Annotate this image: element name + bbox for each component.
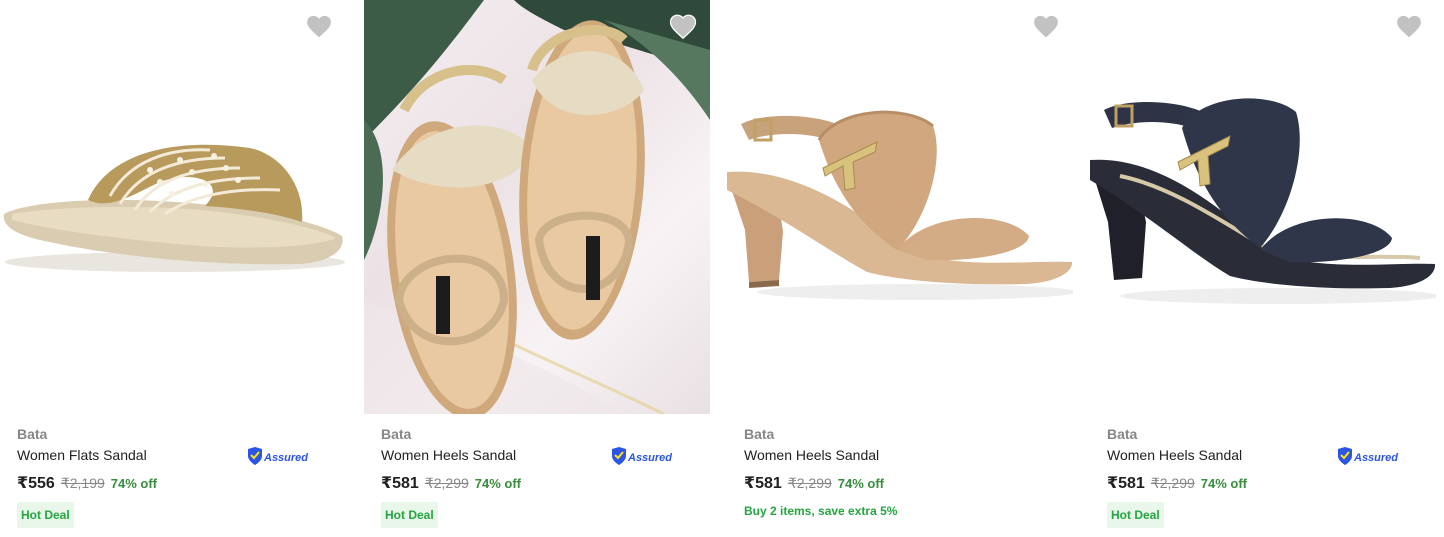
selling-price: ₹581 [1107, 475, 1145, 492]
assured-badge: Assured [1336, 446, 1402, 466]
wishlist-heart-icon[interactable] [1394, 12, 1424, 42]
selling-price: ₹581 [381, 475, 419, 492]
product-title[interactable]: Women Flats Sandal [17, 447, 147, 463]
product-brand: Bata [744, 426, 775, 442]
product-card[interactable]: Bata Women Flats Sandal Assured ₹556 ₹2,1… [0, 0, 346, 537]
assured-badge: Assured [610, 446, 676, 466]
product-card[interactable]: Bata Women Heels Sandal Assured ₹581 ₹2,2… [364, 0, 710, 537]
wishlist-heart-icon[interactable] [668, 12, 698, 42]
product-title[interactable]: Women Heels Sandal [381, 447, 516, 463]
original-price: ₹2,299 [787, 475, 832, 491]
discount-percent: 74% off [837, 476, 885, 491]
price-row: ₹581 ₹2,299 74% off [744, 473, 884, 493]
hot-deal-badge: Hot Deal [381, 502, 438, 528]
assured-label: Assured [263, 452, 308, 464]
price-row: ₹581 ₹2,299 74% off [1107, 473, 1247, 493]
product-brand: Bata [1107, 426, 1138, 442]
hot-deal-badge: Hot Deal [1107, 502, 1164, 528]
product-card[interactable]: Bata Women Heels Sandal ₹581 ₹2,299 74% of… [727, 0, 1073, 537]
original-price: ₹2,299 [424, 475, 469, 491]
product-card[interactable]: Bata Women Heels Sandal Assured ₹581 ₹2,2… [1090, 0, 1436, 537]
product-image[interactable] [1090, 0, 1436, 414]
discount-percent: 74% off [110, 476, 158, 491]
wishlist-heart-icon[interactable] [304, 12, 334, 42]
discount-percent: 74% off [474, 476, 522, 491]
assured-badge: Assured [246, 446, 312, 466]
bundle-offer-text: Buy 2 items, save extra 5% [744, 504, 898, 518]
price-row: ₹581 ₹2,299 74% off [381, 473, 521, 493]
product-brand: Bata [17, 426, 48, 442]
product-brand: Bata [381, 426, 412, 442]
assured-label: Assured [1353, 452, 1398, 464]
product-image[interactable] [727, 0, 1073, 414]
price-row: ₹556 ₹2,199 74% off [17, 473, 157, 493]
wishlist-heart-icon[interactable] [1031, 12, 1061, 42]
hot-deal-badge: Hot Deal [17, 502, 74, 528]
assured-label: Assured [627, 452, 672, 464]
product-title[interactable]: Women Heels Sandal [1107, 447, 1242, 463]
selling-price: ₹556 [17, 475, 55, 492]
original-price: ₹2,199 [60, 475, 105, 491]
product-image[interactable] [364, 0, 710, 414]
original-price: ₹2,299 [1150, 475, 1195, 491]
selling-price: ₹581 [744, 475, 782, 492]
discount-percent: 74% off [1200, 476, 1248, 491]
product-title[interactable]: Women Heels Sandal [744, 447, 879, 463]
product-image[interactable] [0, 0, 346, 414]
